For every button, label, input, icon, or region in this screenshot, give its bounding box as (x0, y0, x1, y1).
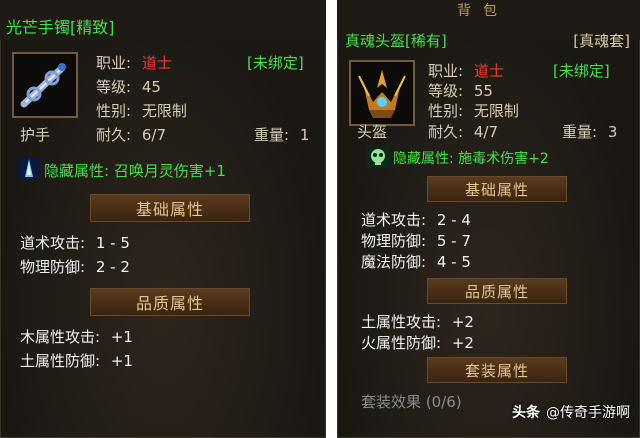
stat-row: 土属性攻击: +2 (361, 311, 474, 332)
weight-label: 重量: (254, 126, 290, 144)
hidden-attribute: 隐藏属性: 施毒术伤害+2 (393, 151, 549, 167)
section-header-quality: 品质属性 (90, 288, 250, 316)
stat-row: 火属性防御: +2 (361, 332, 474, 353)
bag-window-title: 背包 (457, 3, 509, 19)
stat-value: 4 - 5 (436, 253, 471, 271)
stat-row: 土属性防御: +1 (20, 350, 133, 371)
stat-label: 土属性攻击: (361, 313, 442, 331)
set-effect: 套装效果 (0/6) (361, 393, 462, 411)
bracelet-icon (20, 63, 66, 108)
gender-label: 性别: (96, 102, 132, 120)
gender-row: 性别: 无限制 (96, 100, 187, 121)
stat-row: 魔法防御: 4 - 5 (361, 251, 471, 272)
item-icon-frame (349, 60, 415, 126)
profession-value: 道士 (141, 54, 172, 72)
stat-label: 物理防御: (361, 232, 427, 250)
weight-row: 重量: 3 (562, 121, 617, 142)
durability-value: 6/7 (141, 126, 166, 144)
stat-value: 1 - 5 (95, 234, 130, 252)
weight-value: 3 (607, 123, 618, 141)
watermark-text: @传奇手游啊 (546, 405, 630, 421)
poison-skull-icon (367, 146, 389, 168)
set-tag: [真魂套] (573, 32, 630, 50)
durability-row: 耐久: 4/7 (428, 121, 498, 142)
stat-value: +2 (451, 334, 474, 352)
weight-row: 重量: 1 (254, 124, 309, 145)
section-header-quality: 品质属性 (427, 278, 567, 304)
durability-label: 耐久: (428, 123, 464, 141)
watermark: 头条 @传奇手游啊 (512, 402, 630, 422)
stat-row: 道术攻击: 1 - 5 (20, 232, 130, 253)
durability-value: 4/7 (473, 123, 498, 141)
profession-row: 职业: 道士 (428, 60, 504, 81)
stat-label: 木属性攻击: (20, 328, 101, 346)
level-label: 等级: (428, 82, 464, 100)
item-tooltip-helmet: 背包 真魂头盔[稀有] [真魂套] 职业: 道士 [未绑定] 等级: 55 性别… (337, 0, 640, 438)
stat-value: +2 (451, 313, 474, 331)
profession-label: 职业: (428, 62, 464, 80)
stat-row: 道术攻击: 2 - 4 (361, 209, 471, 230)
gender-row: 性别: 无限制 (428, 100, 519, 121)
weight-value: 1 (299, 126, 310, 144)
section-header-basic: 基础属性 (90, 194, 250, 222)
gender-label: 性别: (428, 102, 464, 120)
slot-label: 头盔 (357, 123, 388, 141)
stat-row: 物理防御: 2 - 2 (20, 256, 130, 277)
weight-label: 重量: (562, 123, 598, 141)
profession-value: 道士 (473, 62, 504, 80)
stat-value: 2 - 2 (95, 258, 130, 276)
stat-value: +1 (110, 328, 133, 346)
watermark-logo: 头条 (512, 405, 540, 421)
item-title: 光芒手镯[精致] (6, 18, 115, 37)
stat-label: 道术攻击: (20, 234, 86, 252)
stat-label: 土属性防御: (20, 352, 101, 370)
bind-status: [未绑定] (247, 54, 304, 72)
level-value: 55 (473, 82, 493, 100)
hidden-attribute: 隐藏属性: 召唤月灵伤害+1 (44, 162, 226, 180)
slot-label: 护手 (20, 126, 51, 144)
stat-label: 火属性防御: (361, 334, 442, 352)
stat-row: 物理防御: 5 - 7 (361, 230, 471, 251)
stat-value: 2 - 4 (436, 211, 471, 229)
stat-value: +1 (110, 352, 133, 370)
bind-status: [未绑定] (553, 62, 610, 80)
gender-value: 无限制 (141, 102, 187, 120)
stat-value: 5 - 7 (436, 232, 471, 250)
level-value: 45 (141, 78, 161, 96)
stat-label: 魔法防御: (361, 253, 427, 271)
item-icon-frame (12, 52, 78, 118)
durability-label: 耐久: (96, 126, 132, 144)
stat-label: 物理防御: (20, 258, 86, 276)
profession-label: 职业: (96, 54, 132, 72)
helmet-icon (358, 70, 406, 118)
section-header-basic: 基础属性 (427, 176, 567, 202)
item-title: 真魂头盔[稀有] (345, 32, 447, 50)
level-row: 等级: 55 (428, 80, 493, 101)
section-header-set: 套装属性 (427, 357, 567, 383)
gender-value: 无限制 (473, 102, 519, 120)
level-row: 等级: 45 (96, 76, 161, 97)
moon-spirit-icon (18, 157, 40, 179)
stat-row: 木属性攻击: +1 (20, 326, 133, 347)
durability-row: 耐久: 6/7 (96, 124, 166, 145)
item-tooltip-bracelet: 光芒手镯[精致] 职业: 道士 [未绑定] 等级: 45 性别: 无限制 护手 … (0, 0, 326, 438)
level-label: 等级: (96, 78, 132, 96)
stat-label: 道术攻击: (361, 211, 427, 229)
profession-row: 职业: 道士 (96, 52, 172, 73)
